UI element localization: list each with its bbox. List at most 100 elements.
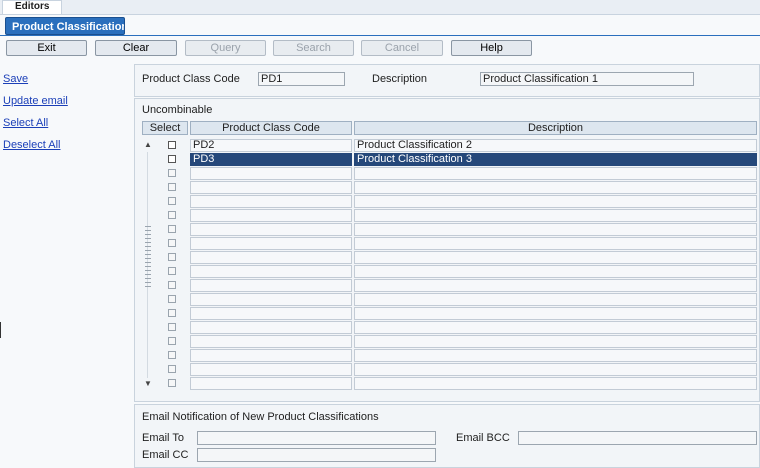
product-class-code-cell[interactable] xyxy=(190,209,352,222)
table-row[interactable] xyxy=(0,307,760,321)
description-cell[interactable] xyxy=(354,265,757,278)
product-class-code-cell[interactable] xyxy=(190,237,352,250)
description-cell[interactable] xyxy=(354,335,757,348)
product-class-code-cell[interactable] xyxy=(190,265,352,278)
description-cell[interactable] xyxy=(354,279,757,292)
table-row[interactable] xyxy=(0,181,760,195)
toolbar: Exit Clear Query Search Cancel Help xyxy=(0,38,760,60)
table-row[interactable]: PD3 Product Classification 3 xyxy=(0,153,760,167)
code-column-header[interactable]: Product Class Code xyxy=(190,121,352,135)
description-cell[interactable] xyxy=(354,223,757,236)
select-checkbox[interactable] xyxy=(168,337,176,345)
description-cell[interactable] xyxy=(354,377,757,390)
description-cell[interactable] xyxy=(354,349,757,362)
product-class-code-cell[interactable] xyxy=(190,321,352,334)
exit-button[interactable]: Exit xyxy=(6,40,87,56)
select-checkbox[interactable] xyxy=(168,267,176,275)
update-email-link[interactable]: Update email xyxy=(3,95,68,107)
select-checkbox[interactable] xyxy=(168,323,176,331)
select-checkbox[interactable] xyxy=(168,365,176,373)
scroll-up-icon[interactable]: ▲ xyxy=(143,140,153,150)
description-column-header[interactable]: Description xyxy=(354,121,757,135)
product-class-code-cell[interactable] xyxy=(190,195,352,208)
select-checkbox[interactable] xyxy=(168,169,176,177)
select-checkbox[interactable] xyxy=(168,155,176,163)
table-row[interactable] xyxy=(0,377,760,391)
product-class-code-cell[interactable] xyxy=(190,335,352,348)
product-class-code-cell[interactable] xyxy=(190,181,352,194)
product-class-code-cell[interactable] xyxy=(190,167,352,180)
table-row[interactable] xyxy=(0,265,760,279)
description-cell[interactable] xyxy=(354,209,757,222)
description-cell[interactable] xyxy=(354,237,757,250)
select-checkbox[interactable] xyxy=(168,211,176,219)
table-row[interactable] xyxy=(0,363,760,377)
product-class-code-cell[interactable] xyxy=(190,293,352,306)
product-class-code-cell[interactable] xyxy=(190,377,352,390)
product-class-code-cell[interactable] xyxy=(190,279,352,292)
product-class-code-label: Product Class Code xyxy=(142,73,240,85)
table-row[interactable] xyxy=(0,293,760,307)
scroll-grip-icon[interactable] xyxy=(145,226,151,288)
table-row[interactable] xyxy=(0,167,760,181)
help-button[interactable]: Help xyxy=(451,40,532,56)
product-class-code-cell[interactable]: PD2 xyxy=(190,139,352,152)
select-checkbox[interactable] xyxy=(168,379,176,387)
description-cell[interactable]: Product Classification 2 xyxy=(354,139,757,152)
table-row[interactable] xyxy=(0,349,760,363)
table-row[interactable] xyxy=(0,209,760,223)
select-checkbox[interactable] xyxy=(168,141,176,149)
table-row[interactable] xyxy=(0,237,760,251)
description-cell[interactable] xyxy=(354,167,757,180)
description-cell[interactable] xyxy=(354,251,757,264)
email-bcc-label: Email BCC xyxy=(456,432,510,444)
table-row[interactable] xyxy=(0,321,760,335)
select-checkbox[interactable] xyxy=(168,239,176,247)
select-checkbox[interactable] xyxy=(168,281,176,289)
select-checkbox[interactable] xyxy=(168,183,176,191)
tab-underline xyxy=(0,35,760,36)
product-class-code-cell[interactable] xyxy=(190,307,352,320)
select-checkbox[interactable] xyxy=(168,295,176,303)
description-cell[interactable] xyxy=(354,293,757,306)
cancel-button[interactable]: Cancel xyxy=(361,40,443,56)
description-label: Description xyxy=(372,73,428,85)
description-cell[interactable] xyxy=(354,195,757,208)
select-all-link[interactable]: Select All xyxy=(3,117,48,129)
table-row[interactable] xyxy=(0,251,760,265)
description-cell[interactable]: Product Classification 3 xyxy=(354,153,757,166)
editors-tab[interactable]: Editors xyxy=(2,0,63,14)
email-to-field[interactable] xyxy=(197,431,436,445)
save-link[interactable]: Save xyxy=(3,73,28,85)
product-class-code-cell[interactable] xyxy=(190,223,352,236)
query-button[interactable]: Query xyxy=(185,40,266,56)
product-class-code-cell[interactable] xyxy=(190,349,352,362)
table-row[interactable] xyxy=(0,279,760,293)
description-cell[interactable] xyxy=(354,321,757,334)
email-cc-field[interactable] xyxy=(197,448,436,462)
email-bcc-field[interactable] xyxy=(518,431,757,445)
product-class-code-field[interactable] xyxy=(258,72,345,86)
select-checkbox[interactable] xyxy=(168,309,176,317)
table-row[interactable] xyxy=(0,335,760,349)
description-field[interactable] xyxy=(480,72,694,86)
product-class-code-cell[interactable] xyxy=(190,363,352,376)
product-class-code-cell[interactable]: PD3 xyxy=(190,153,352,166)
product-classification-tab[interactable]: Product Classification ... xyxy=(5,17,125,35)
description-cell[interactable] xyxy=(354,363,757,376)
email-cc-label: Email CC xyxy=(142,449,189,461)
select-checkbox[interactable] xyxy=(168,197,176,205)
select-column-header[interactable]: Select xyxy=(142,121,188,135)
select-checkbox[interactable] xyxy=(168,351,176,359)
table-row[interactable] xyxy=(0,195,760,209)
product-class-code-cell[interactable] xyxy=(190,251,352,264)
clear-button[interactable]: Clear xyxy=(95,40,177,56)
select-checkbox[interactable] xyxy=(168,225,176,233)
table-row[interactable] xyxy=(0,223,760,237)
scroll-down-icon[interactable]: ▼ xyxy=(143,379,153,389)
search-button[interactable]: Search xyxy=(273,40,354,56)
table-row[interactable]: PD2 Product Classification 2 xyxy=(0,139,760,153)
description-cell[interactable] xyxy=(354,181,757,194)
select-checkbox[interactable] xyxy=(168,253,176,261)
description-cell[interactable] xyxy=(354,307,757,320)
